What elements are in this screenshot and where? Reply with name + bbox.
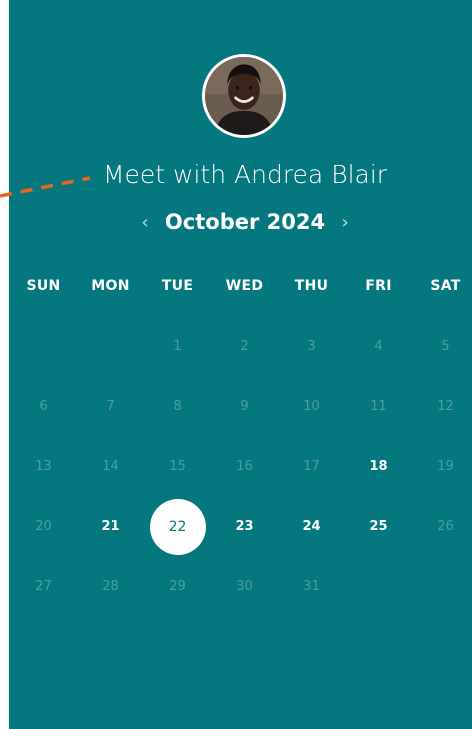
weekday-wed: WED <box>225 278 264 294</box>
calendar-week-row: 1 2 3 4 5 <box>10 319 472 375</box>
day-cell-unavailable: 6 <box>39 399 48 414</box>
month-navigation: ‹ October 2024 › <box>0 210 472 234</box>
day-cell-unavailable: 7 <box>106 399 115 414</box>
day-cell-unavailable: 14 <box>102 459 119 474</box>
day-cell-unavailable: 11 <box>370 399 387 414</box>
empty-day-cell <box>77 319 144 375</box>
empty-day-cell <box>10 319 77 375</box>
weekday-sat: SAT <box>430 278 461 294</box>
weekday-sun: SUN <box>26 278 61 294</box>
weekday-mon: MON <box>91 278 130 294</box>
day-cell-unavailable: 8 <box>173 399 182 414</box>
scheduler-widget: Meet with Andrea Blair ‹ October 2024 › … <box>0 0 472 729</box>
day-cell-unavailable: 15 <box>169 459 186 474</box>
day-cell-unavailable: 9 <box>240 399 249 414</box>
day-cell-unavailable: 4 <box>374 339 383 354</box>
empty-day-cell <box>345 559 412 615</box>
month-label: October 2024 <box>164 210 326 234</box>
day-cell-available[interactable]: 24 <box>278 499 345 555</box>
day-cell-selected[interactable]: 22 <box>144 499 211 555</box>
calendar-week-row: 13 14 15 16 17 18 19 <box>10 439 472 495</box>
day-cell-unavailable: 29 <box>169 579 186 594</box>
day-cell-unavailable: 30 <box>236 579 253 594</box>
day-cell-unavailable: 10 <box>303 399 320 414</box>
day-cell-unavailable: 16 <box>236 459 253 474</box>
day-cell-unavailable: 31 <box>303 579 320 594</box>
host-avatar <box>202 54 286 138</box>
selected-day-label: 22 <box>149 499 206 555</box>
day-cell-unavailable: 17 <box>303 459 320 474</box>
day-cell-available[interactable]: 25 <box>345 499 412 555</box>
day-cell-unavailable: 28 <box>102 579 119 594</box>
calendar-week-row: 27 28 29 30 31 <box>10 559 472 615</box>
prev-month-button[interactable]: ‹ <box>131 212 159 233</box>
day-cell-unavailable: 19 <box>437 459 454 474</box>
day-cell-unavailable: 27 <box>35 579 52 594</box>
day-cell-available[interactable]: 23 <box>211 499 278 555</box>
calendar-week-row: 20 21 22 23 24 25 26 <box>10 499 472 555</box>
person-photo-icon <box>205 57 283 135</box>
day-cell-available[interactable]: 18 <box>345 439 412 495</box>
weekday-header: SUN MON TUE WED THU FRI SAT <box>10 278 472 294</box>
next-month-button[interactable]: › <box>331 212 359 233</box>
day-cell-unavailable: 1 <box>173 339 182 354</box>
weekday-tue: TUE <box>161 278 194 294</box>
weekday-fri: FRI <box>365 278 392 294</box>
day-cell-unavailable: 3 <box>307 339 316 354</box>
day-cell-available[interactable]: 21 <box>77 499 144 555</box>
day-cell-unavailable: 12 <box>437 399 454 414</box>
day-cell-unavailable: 20 <box>35 519 52 534</box>
day-cell-unavailable: 26 <box>437 519 454 534</box>
empty-day-cell <box>412 559 472 615</box>
day-cell-unavailable: 2 <box>240 339 249 354</box>
page-title: Meet with Andrea Blair <box>102 160 388 189</box>
day-cell-unavailable: 13 <box>35 459 52 474</box>
day-cell-unavailable: 5 <box>441 339 450 354</box>
weekday-thu: THU <box>294 278 329 294</box>
calendar-week-row: 6 7 8 9 10 11 12 <box>10 379 472 435</box>
